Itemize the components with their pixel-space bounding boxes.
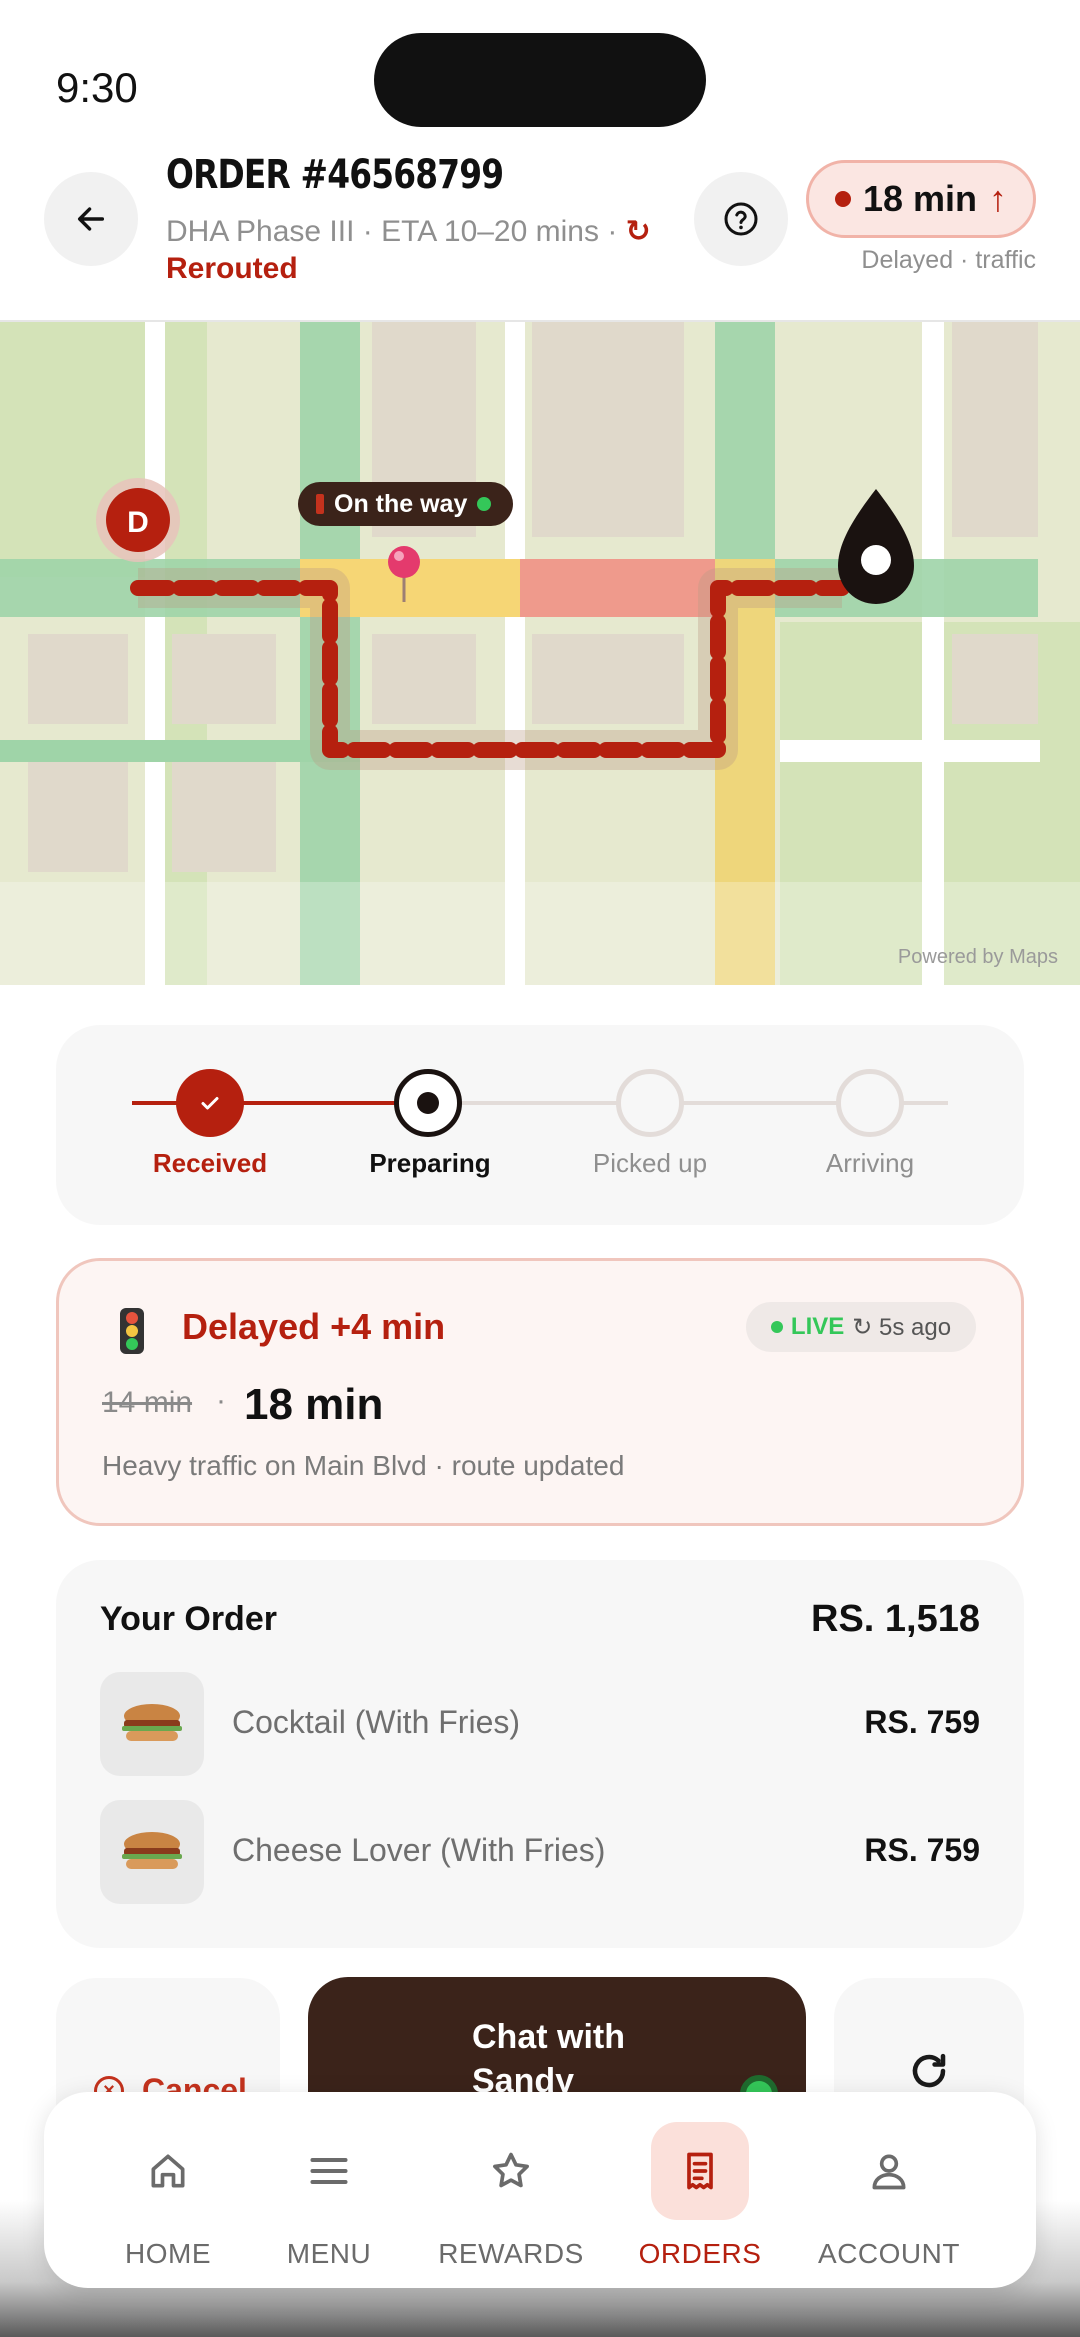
- reroute-icon: ↻: [625, 215, 651, 248]
- live-dot: [770, 1321, 783, 1333]
- delay-card: [56, 1258, 1024, 1526]
- step-label: Arriving: [825, 1148, 915, 1178]
- delivery-map[interactable]: D: [0, 320, 1080, 985]
- nav-item-rewards[interactable]: REWARDS: [411, 2110, 611, 2280]
- order-title: ORDER #46568799: [166, 152, 504, 198]
- step-preparing-marker: [394, 1069, 462, 1137]
- live-label: LIVE: [790, 1313, 845, 1340]
- back-button[interactable]: [44, 172, 138, 266]
- item-thumbnail: [100, 1800, 204, 1904]
- step-picked-up-marker: [616, 1069, 684, 1137]
- eta-note: Delayed · traffic: [861, 246, 1036, 274]
- help-icon: [724, 202, 758, 236]
- item-thumbnail: [100, 1672, 204, 1776]
- chat-label: Chat with Sandy: [472, 2018, 625, 2100]
- home-icon: [119, 2122, 217, 2220]
- step-label: Preparing: [369, 1148, 491, 1178]
- nav-label: REWARDS: [438, 2238, 584, 2269]
- current-step-dot: [417, 1092, 439, 1114]
- original-eta: 14 min: [102, 1386, 193, 1419]
- on-the-way-chip: On the way: [298, 482, 514, 526]
- driver-marker: D: [127, 506, 149, 539]
- order-total: RS. 1,518: [811, 1598, 980, 1640]
- traffic-light-icon: [316, 494, 324, 514]
- step-label: Picked up: [592, 1148, 708, 1178]
- step-arriving-marker: [836, 1069, 904, 1137]
- nav-label: ACCOUNT: [818, 2238, 960, 2269]
- refresh-icon: [912, 2053, 946, 2088]
- map-canvas: D: [0, 322, 1080, 985]
- order-heading: Your Order: [100, 1600, 277, 1638]
- menu-icon: [280, 2122, 378, 2220]
- arrow-left-icon: [77, 207, 105, 231]
- order-item-price: RS. 759: [864, 1832, 980, 1868]
- eta-status-dot: [834, 191, 851, 207]
- delay-description: Heavy traffic on Main Blvd · route updat…: [102, 1450, 625, 1481]
- map-attribution: Powered by Maps: [897, 946, 1058, 968]
- help-button[interactable]: [694, 172, 788, 266]
- order-item-price: RS. 759: [864, 1704, 980, 1740]
- nav-label: ORDERS: [638, 2238, 762, 2269]
- user-icon: [840, 2122, 938, 2220]
- step-label: Received: [152, 1148, 268, 1178]
- check-icon: [201, 1097, 219, 1110]
- rerouted-label: Rerouted: [166, 252, 298, 285]
- sandwich-icon: [122, 1704, 182, 1741]
- order-item-name: Cocktail (With Fries): [232, 1704, 521, 1740]
- nav-label: MENU: [286, 2238, 372, 2269]
- eta-value: 18 min: [862, 178, 978, 219]
- nav-item-menu[interactable]: MENU: [229, 2110, 429, 2280]
- dynamic-island: [374, 33, 706, 127]
- updated-eta: 18 min: [244, 1380, 384, 1429]
- order-item-name: Cheese Lover (With Fries): [232, 1832, 606, 1868]
- delay-title: Delayed +4 min: [182, 1306, 446, 1347]
- live-status-pill: LIVE ↻ 5s ago: [746, 1302, 976, 1352]
- nav-item-account[interactable]: ACCOUNT: [789, 2110, 989, 2280]
- on-the-way-label: On the way: [334, 489, 468, 518]
- step-received-marker: [176, 1069, 244, 1137]
- eta-badge[interactable]: 18 min ↑: [806, 160, 1036, 238]
- live-dot: [477, 497, 492, 511]
- traffic-light-icon: [120, 1308, 144, 1354]
- order-subtitle-text: DHA Phase III · ETA 10–20 mins ·: [166, 215, 618, 248]
- receipt-icon: [651, 2122, 749, 2220]
- sandwich-icon: [122, 1832, 182, 1869]
- order-subtitle: DHA Phase III · ETA 10–20 mins · ↻: [166, 214, 651, 249]
- star-icon: [462, 2122, 560, 2220]
- eta-separator: ·: [216, 1384, 226, 1417]
- status-time: 9:30: [56, 64, 138, 111]
- last-updated: ↻ 5s ago: [852, 1313, 952, 1341]
- nav-item-orders[interactable]: ORDERS: [600, 2110, 800, 2280]
- arrow-up-icon: ↑: [989, 178, 1008, 219]
